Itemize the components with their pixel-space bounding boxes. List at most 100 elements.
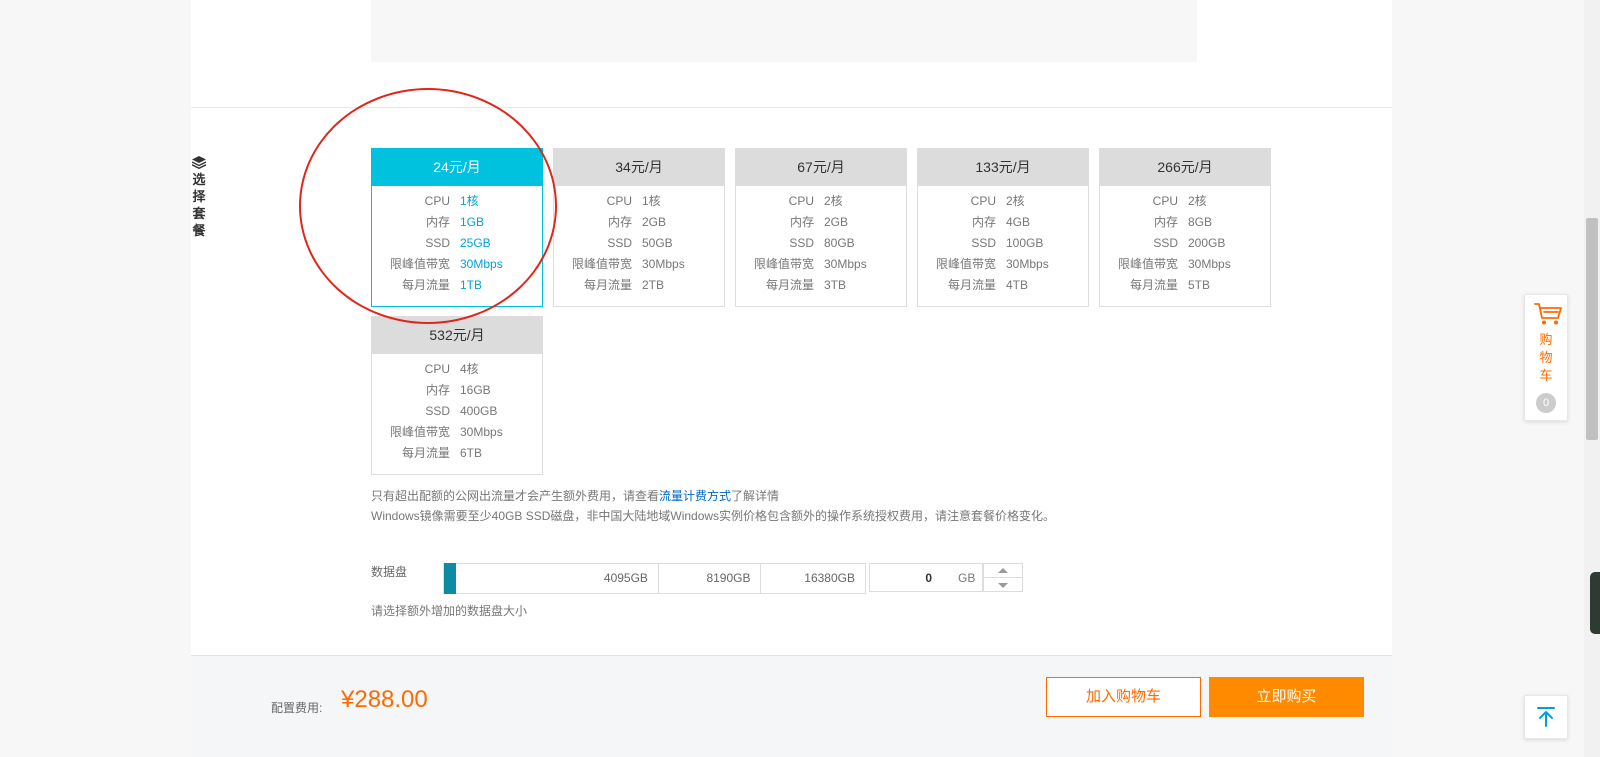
order-footer: 配置费用: ¥288.00 加入购物车 立即购买	[191, 655, 1392, 757]
disk-size-input[interactable]: 0 GB	[869, 563, 983, 592]
spec-row: CPU 2核	[918, 191, 1088, 212]
spec-value: 30Mbps	[1188, 257, 1231, 271]
spec-value: 30Mbps	[824, 257, 867, 271]
image-preview-area	[371, 0, 1197, 62]
spec-key: 内存	[971, 215, 996, 229]
spec-value: 2GB	[642, 215, 667, 229]
decrement-button[interactable]	[984, 578, 1022, 592]
plan-card-34[interactable]: 34元/月 CPU 1核 内存 2GB SSD 50GB 限峰值带宽 30Mbps 每月…	[553, 148, 725, 307]
note-line-2: Windows镜像需要至少40GB SSD磁盘，非中国大陆地域Windows实例…	[371, 509, 1056, 523]
spec-key: 每月流量	[1129, 278, 1178, 292]
spec-value: 30Mbps	[460, 425, 503, 439]
spec-key: 每月流量	[765, 278, 814, 292]
spec-key: SSD	[971, 236, 996, 250]
spec-row: 限峰值带宽 30Mbps	[918, 254, 1088, 275]
add-to-cart-button[interactable]: 加入购物车	[1046, 677, 1201, 717]
spec-key: 内存	[607, 215, 632, 229]
plan-price: 34元/月	[554, 149, 724, 186]
spec-key: SSD	[1153, 236, 1178, 250]
spec-key: CPU	[970, 194, 996, 208]
spec-value: 2GB	[824, 215, 849, 229]
spec-row: CPU 2核	[1100, 191, 1270, 212]
spec-value: 5TB	[1188, 278, 1211, 292]
spec-key: 内存	[789, 215, 814, 229]
spec-row: 每月流量 4TB	[918, 275, 1088, 296]
cart-label: 购物车	[1539, 332, 1553, 383]
plan-price: 67元/月	[736, 149, 906, 186]
spec-value: 2核	[1006, 194, 1025, 208]
plan-card-266[interactable]: 266元/月 CPU 2核 内存 8GB SSD 200GB 限峰值带宽 30Mbps …	[1099, 148, 1271, 307]
layers-icon	[192, 156, 206, 169]
spec-row: 内存 16GB	[372, 380, 542, 401]
buy-now-button[interactable]: 立即购买	[1209, 677, 1364, 717]
spec-value: 30Mbps	[460, 257, 503, 271]
spec-row: 限峰值带宽 30Mbps	[736, 254, 906, 275]
disk-size-unit: GB	[958, 570, 976, 585]
data-disk-slider[interactable]: 4095GB 8190GB 16380GB	[443, 563, 866, 594]
spec-value: 4核	[460, 362, 479, 376]
spec-value: 16GB	[460, 383, 491, 397]
plan-card-133[interactable]: 133元/月 CPU 2核 内存 4GB SSD 100GB 限峰值带宽 30Mbps …	[917, 148, 1089, 307]
spec-value: 4GB	[1006, 215, 1031, 229]
plan-price: 266元/月	[1100, 149, 1270, 186]
plan-price: 133元/月	[918, 149, 1088, 186]
spec-value: 2TB	[642, 278, 665, 292]
spec-row: 内存 2GB	[736, 212, 906, 233]
cart-count-badge: 0	[1536, 393, 1556, 413]
spec-row: 每月流量 1TB	[372, 275, 542, 296]
billing-notes: 只有超出配额的公网出流量才会产生额外费用，请查看流量计费方式了解详情 Windo…	[371, 486, 1055, 526]
spec-key: SSD	[425, 236, 450, 250]
plan-card-24[interactable]: 24元/月 CPU 1核 内存 1GB SSD 25GB 限峰值带宽 30Mbps 每月…	[371, 148, 543, 307]
spec-row: 内存 1GB	[372, 212, 542, 233]
slider-tick: 16380GB	[804, 571, 855, 585]
section-label: 选择套餐	[191, 156, 207, 239]
spec-key: 限峰值带宽	[389, 425, 450, 439]
side-widget-tab[interactable]	[1590, 572, 1600, 634]
slider-handle[interactable]	[444, 563, 456, 594]
cart-widget[interactable]: 购物车 0	[1524, 294, 1568, 421]
back-to-top-icon	[1537, 707, 1555, 727]
note-text: 了解详情	[731, 489, 780, 503]
disk-size-value[interactable]: 0	[870, 571, 932, 585]
spec-value: 3TB	[824, 278, 847, 292]
spec-value: 1TB	[460, 278, 483, 292]
back-to-top-button[interactable]	[1524, 695, 1568, 739]
spec-value: 80GB	[824, 236, 855, 250]
spec-value: 8GB	[1188, 215, 1213, 229]
spec-row: CPU 1核	[554, 191, 724, 212]
spec-key: CPU	[424, 194, 450, 208]
slider-tick: 8190GB	[659, 564, 762, 593]
chevron-down-icon	[998, 582, 1008, 588]
spec-value: 6TB	[460, 446, 483, 460]
traffic-billing-link[interactable]: 流量计费方式	[659, 489, 731, 503]
spec-key: SSD	[425, 404, 450, 418]
spec-row: 限峰值带宽 30Mbps	[554, 254, 724, 275]
fee-amount: ¥288.00	[341, 686, 428, 713]
page-scrollbar[interactable]	[1584, 0, 1600, 757]
spec-value: 30Mbps	[1006, 257, 1049, 271]
spec-key: 每月流量	[583, 278, 632, 292]
increment-button[interactable]	[984, 564, 1022, 578]
disk-size-stepper[interactable]	[983, 563, 1023, 592]
spec-row: 每月流量 2TB	[554, 275, 724, 296]
spec-value: 100GB	[1006, 236, 1044, 250]
note-line-1: 只有超出配额的公网出流量才会产生额外费用，请查看流量计费方式了解详情	[371, 486, 1055, 506]
spec-row: 限峰值带宽 30Mbps	[372, 254, 542, 275]
spec-row: CPU 2核	[736, 191, 906, 212]
spec-row: SSD 50GB	[554, 233, 724, 254]
plan-card-532[interactable]: 532元/月 CPU 4核 内存 16GB SSD 400GB 限峰值带宽 30Mbps…	[371, 316, 543, 475]
spec-key: CPU	[606, 194, 632, 208]
spec-row: 每月流量 3TB	[736, 275, 906, 296]
spec-row: SSD 80GB	[736, 233, 906, 254]
spec-value: 25GB	[460, 236, 491, 250]
fee-label: 配置费用:	[271, 701, 323, 715]
spec-key: 限峰值带宽	[753, 257, 814, 271]
spec-key: 限峰值带宽	[1117, 257, 1178, 271]
plan-price: 532元/月	[372, 317, 542, 354]
spec-row: SSD 100GB	[918, 233, 1088, 254]
data-disk-hint: 请选择额外增加的数据盘大小	[371, 604, 528, 618]
scrollbar-thumb[interactable]	[1586, 218, 1598, 440]
spec-key: CPU	[788, 194, 814, 208]
plan-card-67[interactable]: 67元/月 CPU 2核 内存 2GB SSD 80GB 限峰值带宽 30Mbps 每月…	[735, 148, 907, 307]
slider-tick: 4095GB	[456, 564, 659, 593]
